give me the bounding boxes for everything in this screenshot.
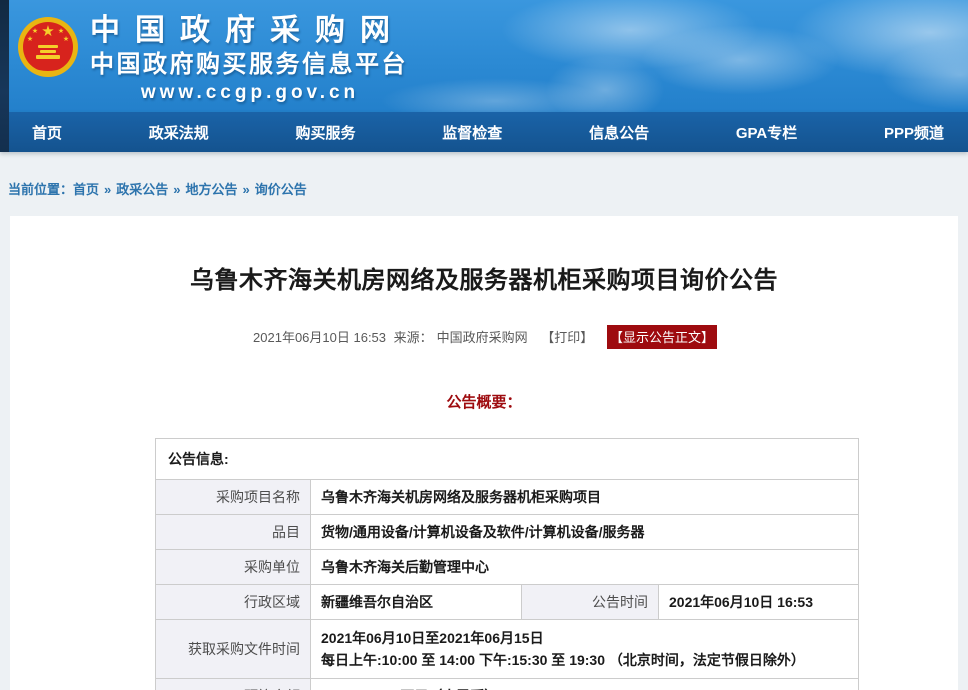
left-edge-shade [0,0,9,152]
value-cell: 新疆维吾尔自治区 [311,585,522,620]
announcement-info-table: 公告信息: 采购项目名称 乌鲁木齐海关机房网络及服务器机柜采购项目 品目 货物/… [155,438,859,690]
nav-item-7[interactable]: PPP频道 [884,122,944,143]
label-cell: 采购项目名称 [156,480,311,515]
breadcrumb-item-4[interactable]: 询价公告 [255,182,307,197]
breadcrumb-label: 当前位置： [8,182,73,197]
source-label: 来源： [394,330,433,345]
breadcrumb-separator: » [173,182,180,197]
svg-text:★: ★ [41,22,54,40]
value-cell: 乌鲁木齐海关机房网络及服务器机柜采购项目 [311,480,859,515]
nav-item-6[interactable]: GPA专栏 [736,122,797,143]
value-cell: 货物/通用设备/计算机设备及软件/计算机设备/服务器 [311,515,859,550]
value-line: 每日上午:10:00 至 14:00 下午:15:30 至 19:30 （北京时… [321,649,848,671]
value-cell: 2021年06月10日至2021年06月15日 每日上午:10:00 至 14:… [311,620,859,679]
site-subtitle: 中国政府购买服务信息平台 [90,49,410,80]
table-row: 行政区域 新疆维吾尔自治区 公告时间 2021年06月10日 16:53 [156,585,859,620]
breadcrumb-item-2[interactable]: 政采公告 [116,182,168,197]
nav-item-3[interactable]: 购买服务 [296,122,356,143]
nav-item-2[interactable]: 政采法规 [149,122,209,143]
label-cell: 品目 [156,515,311,550]
label-cell: 公告时间 [522,585,659,620]
table-row: 预算金额 ￥11.000000万元（人民币） [156,679,859,690]
breadcrumb: 当前位置：首页 » 政采公告 » 地方公告 » 询价公告 [0,152,968,216]
publish-datetime: 2021年06月10日 16:53 [253,330,386,345]
breadcrumb-item-3[interactable]: 地方公告 [186,182,238,197]
breadcrumb-item-1[interactable]: 首页 [73,182,99,197]
site-name: 中国政府采购网 [90,13,410,49]
main-nav: 首页 政采法规 购买服务 监督检查 信息公告 GPA专栏 PPP频道 [0,112,968,152]
table-row: 公告信息: [156,439,859,480]
article-meta: 2021年06月10日 16:53 来源： 中国政府采购网 【打印】 【显示公告正… [10,325,958,349]
svg-text:★: ★ [58,27,64,35]
table-row: 采购单位 乌鲁木齐海关后勤管理中心 [156,550,859,585]
table-row: 采购项目名称 乌鲁木齐海关机房网络及服务器机柜采购项目 [156,480,859,515]
value-cell: 乌鲁木齐海关后勤管理中心 [311,550,859,585]
label-cell: 获取采购文件时间 [156,620,311,679]
summary-heading: 公告概要： [10,391,958,412]
svg-text:★: ★ [63,35,69,43]
breadcrumb-separator: » [104,182,111,197]
source-name: 中国政府采购网 [437,330,528,345]
breadcrumb-separator: » [243,182,250,197]
national-emblem-logo: ★ ★ ★ ★ ★ [16,15,80,79]
nav-item-1[interactable]: 首页 [32,122,62,143]
show-notice-body-button[interactable]: 【显示公告正文】 [607,325,717,349]
table-row: 获取采购文件时间 2021年06月10日至2021年06月15日 每日上午:10… [156,620,859,679]
label-cell: 行政区域 [156,585,311,620]
value-cell: ￥11.000000万元（人民币） [311,679,859,690]
label-cell: 采购单位 [156,550,311,585]
svg-text:★: ★ [27,35,33,43]
page-title: 乌鲁木齐海关机房网络及服务器机柜采购项目询价公告 [10,260,958,295]
table-row: 品目 货物/通用设备/计算机设备及软件/计算机设备/服务器 [156,515,859,550]
value-line: 2021年06月10日至2021年06月15日 [321,627,848,649]
value-cell: 2021年06月10日 16:53 [659,585,859,620]
nav-item-4[interactable]: 监督检查 [442,122,502,143]
nav-item-5[interactable]: 信息公告 [589,122,649,143]
print-button[interactable]: 【打印】 [541,330,593,345]
site-header: ★ ★ ★ ★ ★ 中国政府采购网 中国政府购买服务信息平台 www.ccgp.… [0,0,968,112]
label-cell: 预算金额 [156,679,311,690]
site-url: www.ccgp.gov.cn [90,80,410,105]
announcement-card: 乌鲁木齐海关机房网络及服务器机柜采购项目询价公告 2021年06月10日 16:… [10,216,958,690]
svg-text:★: ★ [32,27,38,35]
table-section-header: 公告信息: [156,439,859,480]
